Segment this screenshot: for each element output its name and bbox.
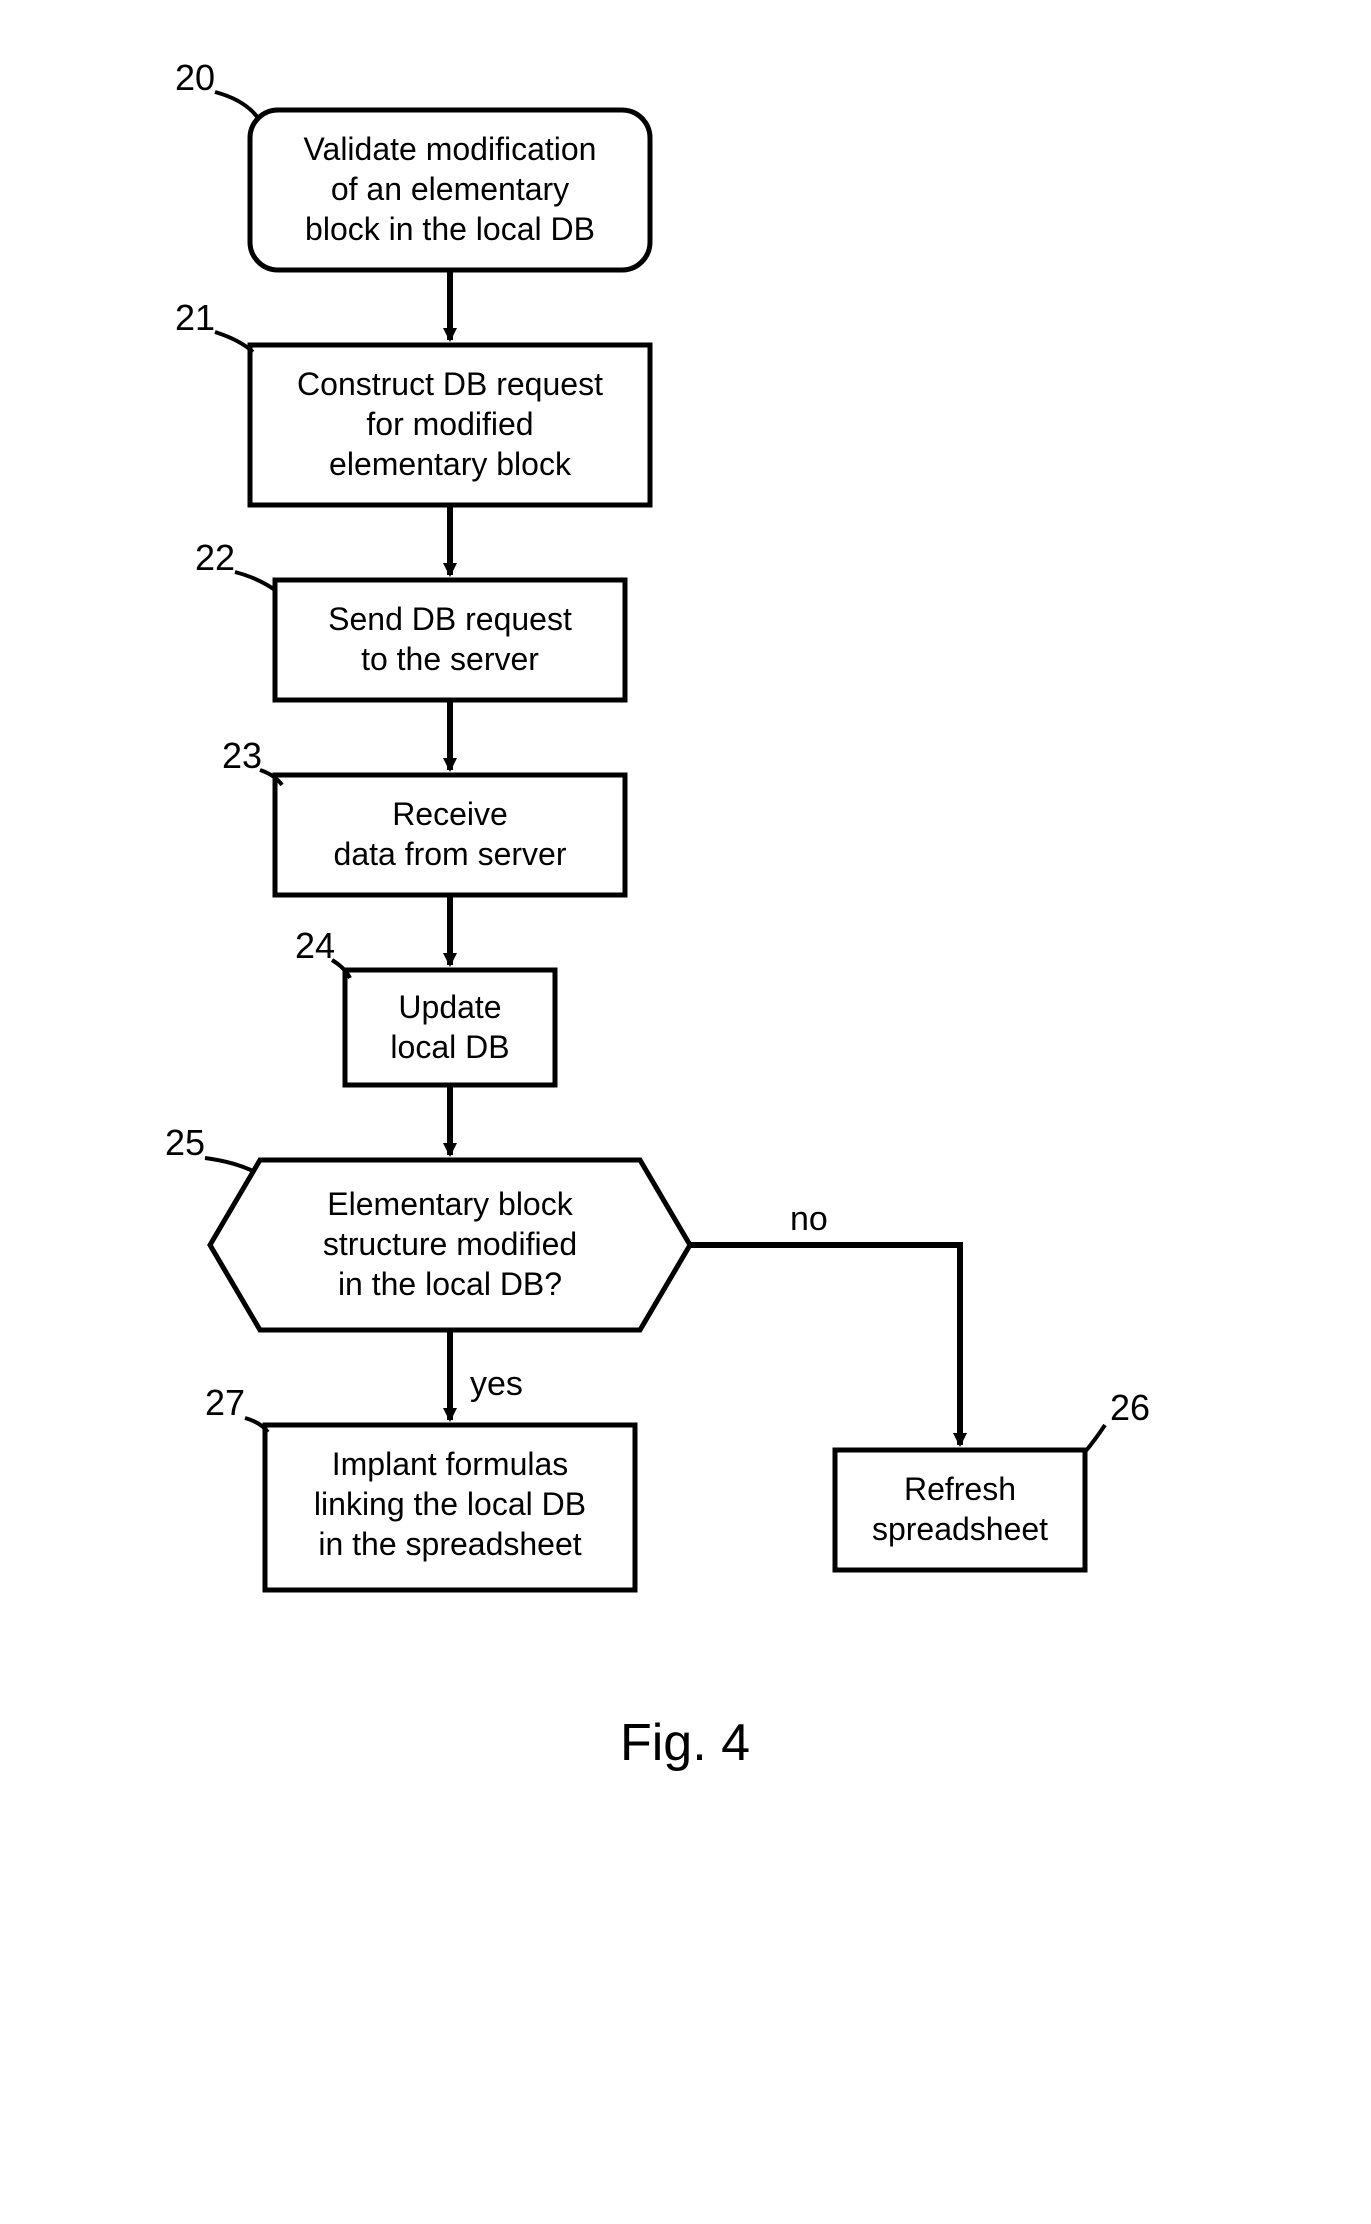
label-21: 21 [175,297,215,338]
node-21: Construct DB request for modified elemen… [250,345,650,505]
label-23: 23 [222,735,262,776]
node-21-line1: Construct DB request [297,366,603,402]
leader-26 [1085,1425,1105,1452]
node-27-line1: Implant formulas [332,1446,569,1482]
node-25-line3: in the local DB? [338,1266,562,1302]
edge-25-26 [690,1245,960,1445]
leader-22 [235,572,275,590]
node-23: Receive data from server [275,775,625,895]
node-25-line1: Elementary block [327,1186,573,1222]
leader-25 [205,1158,255,1172]
node-20-line3: block in the local DB [305,211,595,247]
branch-yes: yes [470,1365,523,1403]
node-21-line2: for modified [366,406,533,442]
label-22: 22 [195,537,235,578]
node-22-line1: Send DB request [328,601,572,637]
branch-no: no [790,1200,828,1238]
label-26: 26 [1110,1387,1150,1428]
node-22: Send DB request to the server [275,580,625,700]
leader-20 [215,92,258,118]
node-20-line1: Validate modification [304,131,597,167]
node-24-line1: Update [398,989,501,1025]
node-27: Implant formulas linking the local DB in… [265,1425,635,1590]
node-24-line2: local DB [390,1029,509,1065]
node-25-line2: structure modified [323,1226,577,1262]
node-23-line1: Receive [392,796,508,832]
flowchart-figure: Validate modification of an elementary b… [0,0,1371,2224]
figure-label: Fig. 4 [620,1714,750,1772]
label-24: 24 [295,925,335,966]
node-20: Validate modification of an elementary b… [250,110,650,270]
node-27-line3: in the spreadsheet [318,1526,581,1562]
node-26-line2: spreadsheet [872,1511,1048,1547]
node-25: Elementary block structure modified in t… [210,1160,690,1330]
node-27-line2: linking the local DB [314,1486,586,1522]
node-20-line2: of an elementary [331,171,569,207]
leader-21 [215,332,253,352]
node-26: Refresh spreadsheet [835,1450,1085,1570]
label-27: 27 [205,1382,245,1423]
node-26-line1: Refresh [904,1471,1016,1507]
label-20: 20 [175,57,215,98]
node-21-line3: elementary block [329,446,572,482]
node-23-line2: data from server [334,836,567,872]
node-24: Update local DB [345,970,555,1085]
node-22-line2: to the server [361,641,539,677]
label-25: 25 [165,1122,205,1163]
